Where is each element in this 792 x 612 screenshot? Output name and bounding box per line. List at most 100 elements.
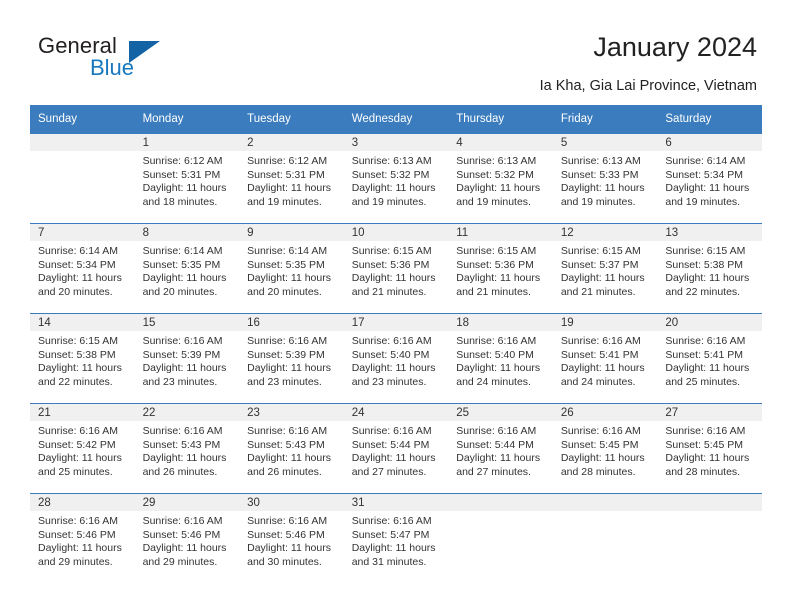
- calendar-day-cell[interactable]: 16 Sunrise: 6:16 AM Sunset: 5:39 PM Dayligh…: [239, 313, 344, 403]
- day-number: 14: [30, 314, 135, 331]
- calendar-day-cell[interactable]: 18 Sunrise: 6:16 AM Sunset: 5:40 PM Dayligh…: [448, 313, 553, 403]
- day-details: Sunrise: 6:15 AM Sunset: 5:38 PM Daylight:…: [30, 331, 135, 389]
- day-number: 4: [448, 134, 553, 151]
- calendar-day-cell[interactable]: 12 Sunrise: 6:15 AM Sunset: 5:37 PM Dayligh…: [552, 223, 658, 313]
- day-cell-inner: 12 Sunrise: 6:15 AM Sunset: 5:37 PM Dayligh…: [552, 223, 658, 313]
- day-number: 28: [30, 494, 135, 511]
- daylight-text: Daylight: 11 hours and 20 minutes.: [142, 272, 227, 298]
- calendar-day-cell[interactable]: 7 Sunrise: 6:14 AM Sunset: 5:34 PM Daylight…: [30, 223, 135, 313]
- sunrise-text: Sunrise: 6:16 AM: [351, 515, 432, 527]
- sunrise-text: Sunrise: 6:16 AM: [38, 425, 118, 437]
- calendar-day-cell[interactable]: 14 Sunrise: 6:15 AM Sunset: 5:38 PM Dayligh…: [30, 313, 135, 403]
- sunset-text: Sunset: 5:46 PM: [142, 528, 221, 541]
- calendar-day-cell[interactable]: 21 Sunrise: 6:16 AM Sunset: 5:42 PM Dayligh…: [30, 403, 135, 493]
- calendar-day-cell[interactable]: 11 Sunrise: 6:15 AM Sunset: 5:36 PM Dayligh…: [448, 223, 553, 313]
- calendar-day-cell[interactable]: 15 Sunrise: 6:16 AM Sunset: 5:39 PM Dayligh…: [134, 313, 240, 403]
- calendar-empty-cell: [657, 493, 762, 583]
- sunset-text: Sunset: 5:43 PM: [142, 438, 221, 451]
- daylight-text: Daylight: 11 hours and 19 minutes.: [351, 182, 436, 208]
- calendar-day-cell[interactable]: 2 Sunrise: 6:12 AM Sunset: 5:31 PM Daylight…: [239, 133, 344, 223]
- day-cell-inner: 26 Sunrise: 6:16 AM Sunset: 5:45 PM Dayligh…: [552, 403, 658, 493]
- sunset-text: Sunset: 5:47 PM: [351, 528, 430, 541]
- sunset-text: Sunset: 5:41 PM: [560, 348, 639, 361]
- sunset-text: Sunset: 5:38 PM: [665, 258, 744, 271]
- sunrise-text: Sunrise: 6:14 AM: [247, 245, 328, 257]
- daylight-text: Daylight: 11 hours and 19 minutes.: [665, 182, 750, 208]
- calendar-day-cell[interactable]: 4 Sunrise: 6:13 AM Sunset: 5:32 PM Daylight…: [448, 133, 553, 223]
- sunset-text: Sunset: 5:34 PM: [665, 168, 744, 181]
- sunrise-text: Sunrise: 6:16 AM: [142, 515, 223, 527]
- generalblue-logo[interactable]: General Blue: [38, 33, 168, 83]
- day-cell-inner: 13 Sunrise: 6:15 AM Sunset: 5:38 PM Dayligh…: [657, 223, 762, 313]
- daylight-text: Daylight: 11 hours and 19 minutes.: [247, 182, 331, 208]
- calendar-header-row: Sunday Monday Tuesday Wednesday Thursday Frid…: [30, 105, 762, 133]
- daylight-text: Daylight: 11 hours and 21 minutes.: [351, 272, 436, 298]
- calendar-day-cell[interactable]: 6 Sunrise: 6:14 AM Sunset: 5:34 PM Daylight…: [657, 133, 762, 223]
- day-cell-inner: 29 Sunrise: 6:16 AM Sunset: 5:46 PM Dayligh…: [134, 493, 240, 583]
- calendar-day-cell[interactable]: 22 Sunrise: 6:16 AM Sunset: 5:43 PM Dayligh…: [134, 403, 240, 493]
- day-details: Sunrise: 6:13 AM Sunset: 5:33 PM Daylight:…: [553, 151, 658, 209]
- calendar-day-cell[interactable]: 23 Sunrise: 6:16 AM Sunset: 5:43 PM Dayligh…: [239, 403, 344, 493]
- calendar-day-cell[interactable]: 10 Sunrise: 6:15 AM Sunset: 5:36 PM Dayligh…: [343, 223, 449, 313]
- daylight-text: Daylight: 11 hours and 19 minutes.: [456, 182, 541, 208]
- day-number: 3: [343, 134, 449, 151]
- day-number: 6: [657, 134, 762, 151]
- calendar-day-cell[interactable]: 28 Sunrise: 6:16 AM Sunset: 5:46 PM Dayligh…: [30, 493, 135, 583]
- weekday-header-monday: Monday: [134, 105, 240, 133]
- calendar-day-cell[interactable]: 26 Sunrise: 6:16 AM Sunset: 5:45 PM Dayligh…: [552, 403, 658, 493]
- daylight-text: Daylight: 11 hours and 31 minutes.: [351, 542, 436, 568]
- daylight-text: Daylight: 11 hours and 22 minutes.: [665, 272, 750, 298]
- calendar-day-cell[interactable]: 24 Sunrise: 6:16 AM Sunset: 5:44 PM Dayligh…: [343, 403, 449, 493]
- daylight-text: Daylight: 11 hours and 27 minutes.: [351, 452, 436, 478]
- sunrise-text: Sunrise: 6:16 AM: [247, 515, 328, 527]
- day-number: 9: [239, 224, 344, 241]
- weekday-header-sunday: Sunday: [30, 105, 135, 133]
- day-number: 16: [239, 314, 344, 331]
- day-number: 7: [30, 224, 135, 241]
- sunset-text: Sunset: 5:31 PM: [142, 168, 221, 181]
- sunrise-text: Sunrise: 6:15 AM: [456, 245, 537, 257]
- sunrise-text: Sunrise: 6:15 AM: [38, 335, 118, 347]
- sunrise-text: Sunrise: 6:16 AM: [665, 335, 746, 347]
- day-details: Sunrise: 6:16 AM Sunset: 5:40 PM Daylight:…: [448, 331, 553, 389]
- day-cell-inner: 15 Sunrise: 6:16 AM Sunset: 5:39 PM Dayligh…: [134, 313, 240, 403]
- day-details: Sunrise: 6:14 AM Sunset: 5:35 PM Daylight:…: [239, 241, 344, 299]
- day-cell-inner: 11 Sunrise: 6:15 AM Sunset: 5:36 PM Dayligh…: [448, 223, 553, 313]
- calendar-week-row: 14 Sunrise: 6:15 AM Sunset: 5:38 PM Dayligh…: [30, 313, 762, 403]
- calendar-day-cell[interactable]: 25 Sunrise: 6:16 AM Sunset: 5:44 PM Dayligh…: [448, 403, 553, 493]
- calendar-day-cell[interactable]: 3 Sunrise: 6:13 AM Sunset: 5:32 PM Daylight…: [343, 133, 449, 223]
- day-cell-inner: 18 Sunrise: 6:16 AM Sunset: 5:40 PM Dayligh…: [448, 313, 553, 403]
- day-details: Sunrise: 6:16 AM Sunset: 5:44 PM Daylight:…: [448, 421, 553, 479]
- calendar-day-cell[interactable]: 17 Sunrise: 6:16 AM Sunset: 5:40 PM Dayligh…: [343, 313, 449, 403]
- day-number: 12: [552, 224, 658, 241]
- sunset-text: Sunset: 5:40 PM: [456, 348, 534, 361]
- daylight-text: Daylight: 11 hours and 21 minutes.: [560, 272, 645, 298]
- day-cell-inner: 7 Sunrise: 6:14 AM Sunset: 5:34 PM Daylight…: [30, 223, 135, 313]
- day-details: Sunrise: 6:12 AM Sunset: 5:31 PM Daylight:…: [239, 151, 344, 209]
- day-cell-inner: 20 Sunrise: 6:16 AM Sunset: 5:41 PM Dayligh…: [657, 313, 762, 403]
- calendar-day-cell[interactable]: 5 Sunrise: 6:13 AM Sunset: 5:33 PM Daylight…: [552, 133, 658, 223]
- calendar-day-cell[interactable]: 27 Sunrise: 6:16 AM Sunset: 5:45 PM Dayligh…: [657, 403, 762, 493]
- calendar-day-cell[interactable]: 1 Sunrise: 6:12 AM Sunset: 5:31 PM Daylight…: [134, 133, 240, 223]
- sunset-text: Sunset: 5:39 PM: [247, 348, 325, 361]
- calendar-day-cell[interactable]: 13 Sunrise: 6:15 AM Sunset: 5:38 PM Dayligh…: [657, 223, 762, 313]
- sunrise-text: Sunrise: 6:16 AM: [247, 425, 328, 437]
- calendar-day-cell[interactable]: 19 Sunrise: 6:16 AM Sunset: 5:41 PM Dayligh…: [552, 313, 658, 403]
- daylight-text: Daylight: 11 hours and 24 minutes.: [560, 362, 645, 388]
- calendar-day-cell[interactable]: 9 Sunrise: 6:14 AM Sunset: 5:35 PM Daylight…: [239, 223, 344, 313]
- day-details: Sunrise: 6:16 AM Sunset: 5:41 PM Daylight:…: [657, 331, 762, 389]
- sunrise-text: Sunrise: 6:16 AM: [665, 425, 746, 437]
- day-details: Sunrise: 6:15 AM Sunset: 5:36 PM Daylight:…: [344, 241, 449, 299]
- calendar-day-cell[interactable]: 8 Sunrise: 6:14 AM Sunset: 5:35 PM Daylight…: [134, 223, 240, 313]
- calendar-day-cell[interactable]: 20 Sunrise: 6:16 AM Sunset: 5:41 PM Dayligh…: [657, 313, 762, 403]
- day-number: 1: [134, 134, 240, 151]
- weekday-header-wednesday: Wednesday: [343, 105, 449, 133]
- day-cell-inner: 3 Sunrise: 6:13 AM Sunset: 5:32 PM Daylight…: [343, 133, 449, 223]
- calendar-day-cell[interactable]: 30 Sunrise: 6:16 AM Sunset: 5:46 PM Dayligh…: [239, 493, 344, 583]
- calendar-day-cell[interactable]: 29 Sunrise: 6:16 AM Sunset: 5:46 PM Dayligh…: [134, 493, 240, 583]
- daylight-text: Daylight: 11 hours and 30 minutes.: [247, 542, 331, 568]
- calendar-day-cell[interactable]: 31 Sunrise: 6:16 AM Sunset: 5:47 PM Dayligh…: [343, 493, 449, 583]
- calendar-page: General Blue January 2024 Ia Kha, Gia La…: [0, 0, 792, 612]
- day-cell-inner: 25 Sunrise: 6:16 AM Sunset: 5:44 PM Dayligh…: [448, 403, 553, 493]
- day-number: 22: [134, 404, 240, 421]
